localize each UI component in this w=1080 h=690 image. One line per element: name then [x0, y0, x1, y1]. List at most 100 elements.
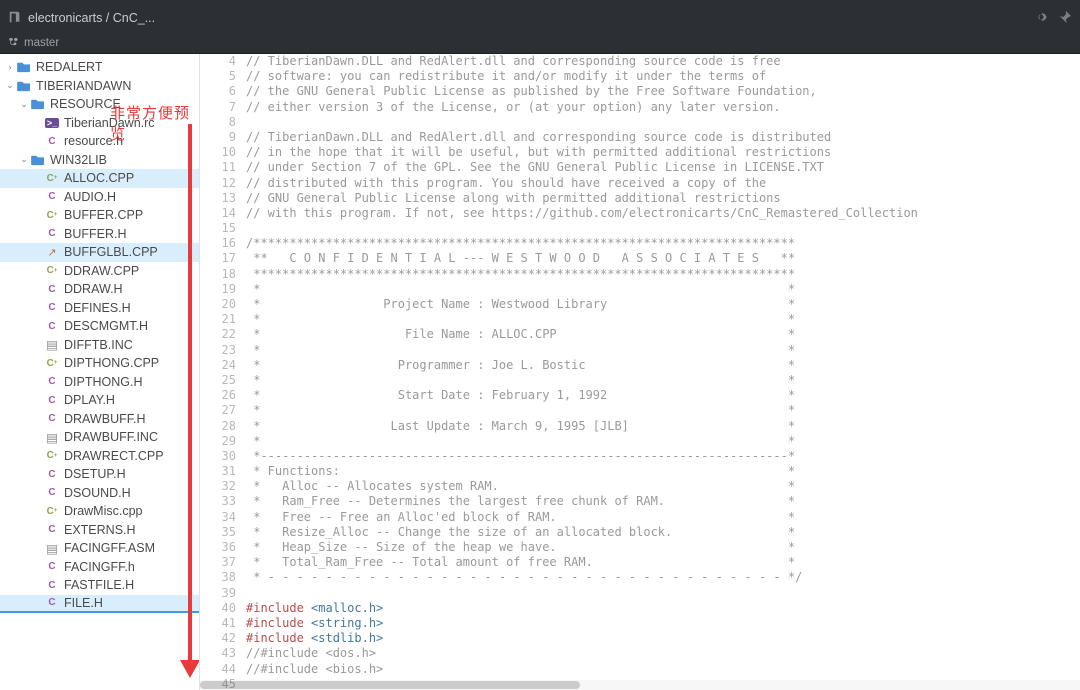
code-line[interactable]: * Alloc -- Allocates system RAM. *: [246, 479, 1070, 494]
code-body[interactable]: // TiberianDawn.DLL and RedAlert.dll and…: [246, 54, 1080, 690]
tree-file[interactable]: CDRAWBUFF.H: [0, 410, 199, 429]
cpp-file-icon: C+: [44, 170, 60, 186]
code-line[interactable]: // the GNU General Public License as pub…: [246, 84, 1070, 99]
code-line[interactable]: // TiberianDawn.DLL and RedAlert.dll and…: [246, 130, 1070, 145]
code-line[interactable]: [246, 586, 1070, 601]
tree-file[interactable]: ▤DRAWBUFF.INC: [0, 428, 199, 447]
tree-file[interactable]: Cresource.h: [0, 132, 199, 151]
tree-file[interactable]: ↗BUFFGLBL.CPP: [0, 243, 199, 262]
pin-icon[interactable]: [1058, 10, 1072, 27]
tree-file[interactable]: CDIPTHONG.H: [0, 373, 199, 392]
tree-file[interactable]: C+DIPTHONG.CPP: [0, 354, 199, 373]
code-line[interactable]: // in the hope that it will be useful, b…: [246, 145, 1070, 160]
code-line[interactable]: * Project Name : Westwood Library *: [246, 297, 1070, 312]
code-line[interactable]: *---------------------------------------…: [246, 449, 1070, 464]
settings-gear-icon[interactable]: [1034, 10, 1048, 27]
code-line[interactable]: * Total_Ram_Free -- Total amount of free…: [246, 555, 1070, 570]
tree-file[interactable]: CAUDIO.H: [0, 188, 199, 207]
code-line[interactable]: ****************************************…: [246, 267, 1070, 282]
code-line[interactable]: * Functions: *: [246, 464, 1070, 479]
twist-icon[interactable]: ⌄: [18, 154, 30, 165]
tree-file[interactable]: C+BUFFER.CPP: [0, 206, 199, 225]
horizontal-scrollbar[interactable]: [200, 680, 1080, 690]
c-header-icon: C: [44, 189, 60, 205]
code-line[interactable]: [246, 115, 1070, 130]
code-line[interactable]: * *: [246, 343, 1070, 358]
tree-file[interactable]: >_TiberianDawn.rc: [0, 114, 199, 133]
code-line[interactable]: #include <string.h>: [246, 616, 1070, 631]
line-number: 15: [200, 221, 236, 236]
code-line[interactable]: ** C O N F I D E N T I A L --- W E S T W…: [246, 251, 1070, 266]
code-line[interactable]: // under Section 7 of the GPL. See the G…: [246, 160, 1070, 175]
tree-file[interactable]: CFACINGFF.h: [0, 558, 199, 577]
code-line[interactable]: * *: [246, 282, 1070, 297]
scrollbar-thumb[interactable]: [200, 681, 580, 689]
tree-file[interactable]: ▤FACINGFF.ASM: [0, 539, 199, 558]
code-line[interactable]: //#include <bios.h>: [246, 662, 1070, 677]
tree-folder[interactable]: ⌄RESOURCE: [0, 95, 199, 114]
tree-folder[interactable]: ⌄ TIBERIANDAWN: [0, 77, 199, 96]
tree-label: DSOUND.H: [64, 486, 131, 500]
code-line[interactable]: // either version 3 of the License, or (…: [246, 100, 1070, 115]
line-number: 13: [200, 191, 236, 206]
code-editor[interactable]: 4567891011121314151617181920212223242526…: [200, 54, 1080, 690]
file-tree[interactable]: 非常方便预览 ›REDALERT⌄TIBERIANDAWN⌄RESOURCE>_…: [0, 54, 200, 690]
code-line[interactable]: // software: you can redistribute it and…: [246, 69, 1070, 84]
code-line[interactable]: * - - - - - - - - - - - - - - - - - - - …: [246, 570, 1070, 585]
tree-file[interactable]: CDSETUP.H: [0, 465, 199, 484]
code-line[interactable]: [246, 221, 1070, 236]
code-line[interactable]: //#include <dos.h>: [246, 646, 1070, 661]
branch-icon: [8, 36, 19, 50]
code-line[interactable]: // GNU General Public License along with…: [246, 191, 1070, 206]
code-line[interactable]: * *: [246, 403, 1070, 418]
tree-file[interactable]: ▤DIFFTB.INC: [0, 336, 199, 355]
twist-icon[interactable]: ›: [4, 62, 16, 72]
code-line[interactable]: * Heap_Size -- Size of the heap we have.…: [246, 540, 1070, 555]
tree-file[interactable]: CDDRAW.H: [0, 280, 199, 299]
c-header-icon: C: [44, 318, 60, 334]
tree-file[interactable]: CEXTERNS.H: [0, 521, 199, 540]
tree-folder[interactable]: › REDALERT: [0, 58, 199, 77]
code-line[interactable]: * *: [246, 312, 1070, 327]
twist-icon[interactable]: ⌄: [4, 80, 16, 91]
code-line[interactable]: * Free -- Free an Alloc'ed block of RAM.…: [246, 510, 1070, 525]
tree-file[interactable]: CBUFFER.H: [0, 225, 199, 244]
tree-file[interactable]: CDEFINES.H: [0, 299, 199, 318]
code-line[interactable]: * Resize_Alloc -- Change the size of an …: [246, 525, 1070, 540]
code-line[interactable]: * File Name : ALLOC.CPP *: [246, 327, 1070, 342]
tree-label: REDALERT: [36, 60, 102, 74]
code-line[interactable]: // with this program. If not, see https:…: [246, 206, 1070, 221]
code-line[interactable]: /***************************************…: [246, 236, 1070, 251]
code-line[interactable]: #include <stdlib.h>: [246, 631, 1070, 646]
tree-file[interactable]: CFILE.H: [0, 595, 199, 614]
code-line[interactable]: * *: [246, 434, 1070, 449]
code-line[interactable]: * Last Update : March 9, 1995 [JLB] *: [246, 419, 1070, 434]
tree-label: FASTFILE.H: [64, 578, 134, 592]
tree-file[interactable]: CDPLAY.H: [0, 391, 199, 410]
repo-path[interactable]: electronicarts / CnC_...: [28, 11, 155, 25]
line-number: 5: [200, 69, 236, 84]
code-line[interactable]: // distributed with this program. You sh…: [246, 176, 1070, 191]
line-number: 16: [200, 236, 236, 251]
tree-file[interactable]: C+ALLOC.CPP: [0, 169, 199, 188]
code-line[interactable]: #include <malloc.h>: [246, 601, 1070, 616]
tree-file[interactable]: CDSOUND.H: [0, 484, 199, 503]
code-line[interactable]: * Ram_Free -- Determines the largest fre…: [246, 494, 1070, 509]
twist-icon[interactable]: ⌄: [18, 99, 30, 110]
code-line[interactable]: * Start Date : February 1, 1992 *: [246, 388, 1070, 403]
tree-folder[interactable]: ⌄WIN32LIB: [0, 151, 199, 170]
code-line[interactable]: // TiberianDawn.DLL and RedAlert.dll and…: [246, 54, 1070, 69]
branch-bar[interactable]: master: [0, 36, 1080, 54]
tree-file[interactable]: C+DRAWRECT.CPP: [0, 447, 199, 466]
code-line[interactable]: * Programmer : Joe L. Bostic *: [246, 358, 1070, 373]
line-number: 12: [200, 176, 236, 191]
line-number: 7: [200, 100, 236, 115]
line-number: 19: [200, 282, 236, 297]
tree-file[interactable]: C+DDRAW.CPP: [0, 262, 199, 281]
tree-file[interactable]: CFASTFILE.H: [0, 576, 199, 595]
code-line[interactable]: * *: [246, 373, 1070, 388]
tree-label: TIBERIANDAWN: [36, 79, 131, 93]
tree-label: FACINGFF.ASM: [64, 541, 155, 555]
tree-file[interactable]: C+DrawMisc.cpp: [0, 502, 199, 521]
tree-file[interactable]: CDESCMGMT.H: [0, 317, 199, 336]
